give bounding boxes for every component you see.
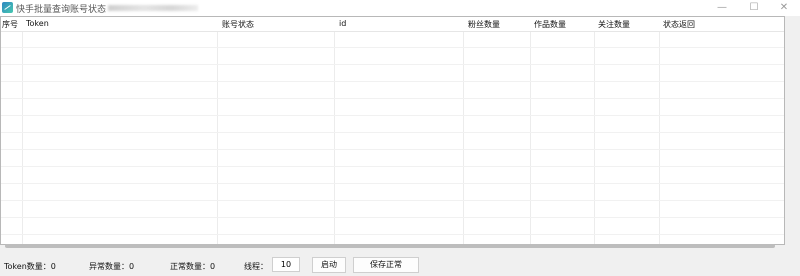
- row-divider: [1, 149, 784, 150]
- close-button[interactable]: ✕: [768, 0, 800, 16]
- start-button[interactable]: 启动: [312, 257, 346, 273]
- column-header-account-status[interactable]: 账号状态: [222, 19, 254, 30]
- row-divider: [1, 183, 784, 184]
- column-divider: [530, 17, 531, 244]
- token-count-label: Token数量：0: [4, 262, 56, 271]
- column-header-following[interactable]: 关注数量: [598, 19, 630, 30]
- column-header-token[interactable]: Token: [26, 19, 49, 28]
- column-divider: [334, 17, 335, 244]
- results-table[interactable]: 序号 Token 账号状态 id 粉丝数量 作品数量 关注数量 状态返回: [0, 16, 785, 245]
- row-divider: [1, 132, 784, 133]
- row-divider: [1, 166, 784, 167]
- row-divider: [1, 115, 784, 116]
- row-divider: [1, 64, 784, 65]
- save-normal-button[interactable]: 保存正常: [353, 257, 419, 273]
- row-divider: [1, 98, 784, 99]
- row-divider: [1, 81, 784, 82]
- redacted-title-suffix: [108, 5, 198, 11]
- abnormal-count-label: 异常数量：0: [89, 262, 135, 271]
- column-divider: [463, 17, 464, 244]
- column-divider: [659, 17, 660, 244]
- column-header-status-response[interactable]: 状态返回: [663, 19, 695, 30]
- column-divider: [217, 17, 218, 244]
- table-header: 序号 Token 账号状态 id 粉丝数量 作品数量 关注数量 状态返回: [1, 17, 784, 32]
- app-logo-icon: [2, 2, 13, 13]
- column-header-id[interactable]: id: [339, 19, 346, 28]
- row-divider: [1, 234, 784, 235]
- title-bar: 快手批量查询账号状态 — ☐ ✕: [0, 0, 800, 16]
- row-divider: [1, 217, 784, 218]
- column-header-works[interactable]: 作品数量: [534, 19, 566, 30]
- column-header-index[interactable]: 序号: [2, 19, 18, 30]
- threads-label: 线程：: [244, 262, 268, 271]
- minimize-button[interactable]: —: [706, 0, 738, 16]
- horizontal-scrollbar[interactable]: [5, 244, 775, 248]
- column-divider: [594, 17, 595, 244]
- column-header-followers[interactable]: 粉丝数量: [468, 19, 500, 30]
- window-title: 快手批量查询账号状态: [16, 5, 107, 15]
- maximize-button[interactable]: ☐: [738, 0, 770, 16]
- row-divider: [1, 200, 784, 201]
- row-divider: [1, 47, 784, 48]
- normal-count-label: 正常数量：0: [170, 262, 216, 271]
- column-divider: [22, 17, 23, 244]
- threads-input[interactable]: [272, 257, 300, 272]
